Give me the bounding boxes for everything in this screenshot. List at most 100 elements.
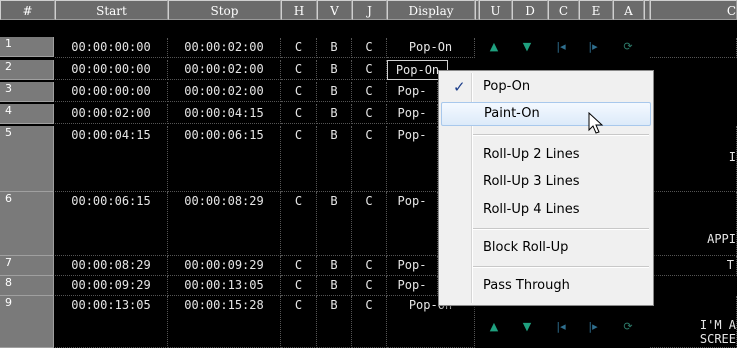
- j-cell[interactable]: C: [352, 256, 387, 276]
- h-cell[interactable]: C: [281, 276, 317, 296]
- row-number[interactable]: 1: [0, 37, 54, 57]
- row-number[interactable]: 4: [0, 104, 54, 124]
- v-cell[interactable]: B: [317, 38, 352, 58]
- v-cell[interactable]: B: [317, 60, 352, 80]
- col-header-stop[interactable]: Stop: [168, 0, 281, 20]
- display-cell[interactable]: Pop-: [387, 276, 438, 296]
- v-cell[interactable]: B: [317, 296, 352, 348]
- caption-cell[interactable]: I'M A SCREE: [650, 296, 737, 348]
- j-cell[interactable]: C: [352, 192, 387, 256]
- start-cell[interactable]: 00:00:00:00: [55, 38, 168, 58]
- skip-back-icon[interactable]: |◂: [550, 318, 572, 336]
- col-header-d[interactable]: D: [512, 0, 548, 20]
- arrow-down-icon[interactable]: ▼: [516, 318, 538, 336]
- j-cell[interactable]: C: [352, 38, 387, 58]
- v-cell[interactable]: B: [317, 192, 352, 256]
- start-cell[interactable]: 00:00:08:29: [55, 256, 168, 276]
- skip-forward-icon[interactable]: |▸: [582, 318, 604, 336]
- stop-cell[interactable]: 00:00:02:00: [168, 82, 281, 102]
- stop-cell[interactable]: 00:00:13:05: [168, 276, 281, 296]
- display-cell[interactable]: Pop-: [387, 192, 438, 256]
- col-header-c[interactable]: C: [548, 0, 579, 20]
- row-number[interactable]: 8: [0, 276, 54, 296]
- v-cell[interactable]: B: [317, 256, 352, 276]
- arrow-up-icon[interactable]: ▲: [483, 38, 505, 56]
- caption-line: SCREE: [699, 332, 736, 346]
- skip-back-icon[interactable]: |◂: [550, 38, 572, 56]
- v-cell[interactable]: B: [317, 126, 352, 192]
- row-number[interactable]: 2: [0, 60, 54, 80]
- start-cell[interactable]: 00:00:09:29: [55, 276, 168, 296]
- menu-item-roll-up-3[interactable]: Roll-Up 3 Lines: [441, 170, 651, 194]
- stop-cell[interactable]: 00:00:09:29: [168, 256, 281, 276]
- v-cell[interactable]: B: [317, 104, 352, 124]
- row-number[interactable]: 3: [0, 82, 54, 102]
- caption-cell[interactable]: APPI: [650, 192, 737, 256]
- h-cell[interactable]: C: [281, 296, 317, 348]
- j-cell[interactable]: C: [352, 296, 387, 348]
- v-cell[interactable]: B: [317, 276, 352, 296]
- stop-cell[interactable]: 00:00:06:15: [168, 126, 281, 192]
- j-cell[interactable]: C: [352, 276, 387, 296]
- col-header-v[interactable]: V: [317, 0, 352, 20]
- skip-forward-icon[interactable]: |▸: [582, 38, 604, 56]
- start-cell[interactable]: 00:00:06:15: [55, 192, 168, 256]
- h-cell[interactable]: C: [281, 104, 317, 124]
- col-header-caption[interactable]: C: [650, 0, 737, 20]
- v-cell[interactable]: B: [317, 82, 352, 102]
- h-cell[interactable]: C: [281, 256, 317, 276]
- j-cell[interactable]: C: [352, 82, 387, 102]
- menu-item-roll-up-4[interactable]: Roll-Up 4 Lines: [441, 198, 651, 222]
- stop-cell[interactable]: 00:00:02:00: [168, 60, 281, 80]
- col-header-e[interactable]: E: [579, 0, 613, 20]
- refresh-icon[interactable]: ⟳: [617, 38, 639, 56]
- table-row[interactable]: 1 00:00:00:00 00:00:02:00 C B C Pop-On ▲…: [0, 37, 737, 58]
- h-cell[interactable]: C: [281, 38, 317, 58]
- stop-cell[interactable]: 00:00:02:00: [168, 38, 281, 58]
- menu-item-pass-through[interactable]: Pass Through: [441, 274, 651, 298]
- col-header-u[interactable]: U: [479, 0, 512, 20]
- caption-cell[interactable]: I: [650, 126, 737, 192]
- j-cell[interactable]: C: [352, 60, 387, 80]
- menu-item-roll-up-2[interactable]: Roll-Up 2 Lines: [441, 143, 651, 167]
- start-cell[interactable]: 00:00:13:05: [55, 296, 168, 348]
- col-header-j[interactable]: J: [352, 0, 387, 20]
- h-cell[interactable]: C: [281, 126, 317, 192]
- display-cell[interactable]: Pop-: [387, 256, 438, 276]
- start-cell[interactable]: 00:00:00:00: [55, 82, 168, 102]
- h-cell[interactable]: C: [281, 192, 317, 256]
- display-mode-menu: ✓ Pop-On Paint-On Roll-Up 2 Lines Roll-U…: [438, 70, 654, 306]
- row-number[interactable]: 5: [0, 126, 54, 192]
- display-cell[interactable]: Pop-: [387, 104, 438, 124]
- col-header-number[interactable]: #: [0, 0, 55, 20]
- menu-item-paint-on[interactable]: Paint-On: [441, 102, 651, 126]
- start-cell[interactable]: 00:00:02:00: [55, 104, 168, 124]
- row-number[interactable]: 6: [0, 192, 54, 256]
- display-cell[interactable]: Pop-: [387, 82, 438, 102]
- j-cell[interactable]: C: [352, 126, 387, 192]
- refresh-icon[interactable]: ⟳: [617, 318, 639, 336]
- menu-item-pop-on[interactable]: ✓ Pop-On: [441, 75, 651, 99]
- row-number[interactable]: 9: [0, 296, 54, 348]
- display-cell[interactable]: Pop-: [387, 126, 438, 192]
- menu-item-label: Paint-On: [484, 106, 540, 121]
- stop-cell[interactable]: 00:00:15:28: [168, 296, 281, 348]
- col-header-a[interactable]: A: [613, 0, 644, 20]
- caption-cell[interactable]: T: [650, 256, 737, 276]
- caption-cell[interactable]: [650, 38, 737, 58]
- h-cell[interactable]: C: [281, 82, 317, 102]
- arrow-up-icon[interactable]: ▲: [483, 318, 505, 336]
- col-header-start[interactable]: Start: [55, 0, 168, 20]
- col-header-display[interactable]: Display: [387, 0, 475, 20]
- menu-item-block-roll-up[interactable]: Block Roll-Up: [441, 236, 651, 260]
- stop-cell[interactable]: 00:00:08:29: [168, 192, 281, 256]
- stop-cell[interactable]: 00:00:04:15: [168, 104, 281, 124]
- start-cell[interactable]: 00:00:00:00: [55, 60, 168, 80]
- start-cell[interactable]: 00:00:04:15: [55, 126, 168, 192]
- col-header-h[interactable]: H: [281, 0, 317, 20]
- h-cell[interactable]: C: [281, 60, 317, 80]
- arrow-down-icon[interactable]: ▼: [516, 38, 538, 56]
- j-cell[interactable]: C: [352, 104, 387, 124]
- display-cell[interactable]: Pop-On: [387, 38, 475, 58]
- row-number[interactable]: 7: [0, 256, 54, 276]
